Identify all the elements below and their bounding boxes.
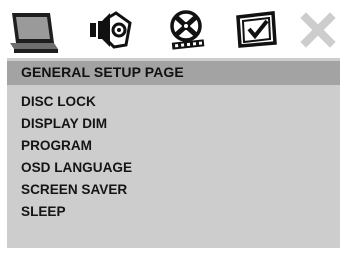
preference-setup-icon[interactable] (233, 9, 279, 51)
setup-menu-list: DISC LOCK DISPLAY DIM PROGRAM OSD LANGUA… (21, 93, 132, 225)
menu-item-osd-language[interactable]: OSD LANGUAGE (21, 159, 132, 181)
general-setup-icon[interactable] (10, 9, 60, 53)
menu-item-program[interactable]: PROGRAM (21, 137, 132, 159)
menu-item-disc-lock[interactable]: DISC LOCK (21, 93, 132, 115)
video-setup-icon[interactable] (164, 9, 210, 51)
page-title: GENERAL SETUP PAGE (21, 64, 184, 80)
page-header-bar: GENERAL SETUP PAGE (7, 61, 340, 85)
audio-setup-icon[interactable] (86, 9, 134, 51)
menu-item-screen-saver[interactable]: SCREEN SAVER (21, 181, 132, 203)
osd-setup-screen: GENERAL SETUP PAGE DISC LOCK DISPLAY DIM… (0, 0, 346, 254)
setup-tab-bar (0, 0, 346, 58)
menu-item-display-dim[interactable]: DISPLAY DIM (21, 115, 132, 137)
menu-item-sleep[interactable]: SLEEP (21, 203, 132, 225)
close-icon[interactable] (300, 9, 336, 51)
